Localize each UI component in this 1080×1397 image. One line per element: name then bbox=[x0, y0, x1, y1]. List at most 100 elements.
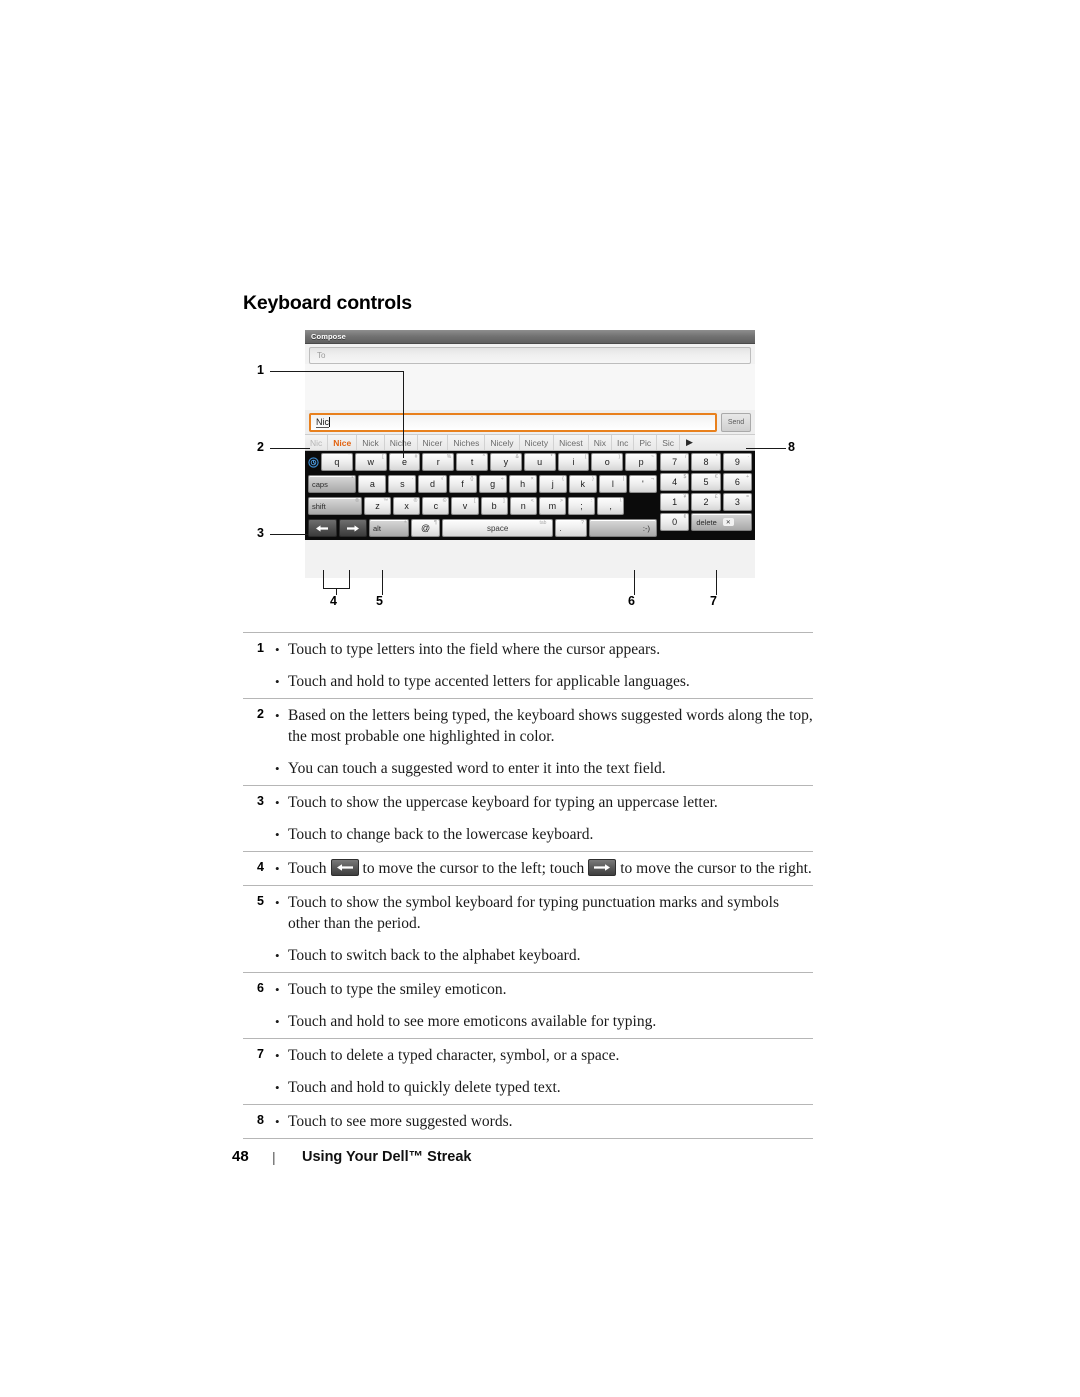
key-m[interactable]: m > bbox=[538, 497, 566, 515]
to-field[interactable]: To bbox=[309, 347, 751, 364]
key-e[interactable]: e # bbox=[388, 453, 421, 471]
key-s[interactable]: s · bbox=[388, 475, 417, 493]
numpad-key-6-alt: + bbox=[746, 474, 749, 480]
key-z[interactable]: z ™ bbox=[363, 497, 392, 515]
key-'[interactable]: ' ¬ bbox=[628, 475, 657, 493]
key-q[interactable]: q ` bbox=[321, 453, 353, 471]
suggestion-nick[interactable]: Nick bbox=[357, 435, 385, 450]
more-suggestions-arrow-icon[interactable]: ▶ bbox=[680, 435, 699, 450]
numpad-key-3-label: 3 bbox=[734, 497, 740, 507]
suggestion-niches[interactable]: Niches bbox=[448, 435, 486, 450]
suggestion-nicest[interactable]: Nicest bbox=[554, 435, 589, 450]
key-;[interactable]: ;: bbox=[567, 497, 596, 515]
numpad-key-8[interactable]: 8 * bbox=[691, 453, 721, 471]
suggestion-sic[interactable]: Sic bbox=[657, 435, 680, 450]
row3-spacer bbox=[626, 497, 657, 515]
key-o[interactable]: o) bbox=[591, 453, 624, 471]
alt-key-alt: ª bbox=[404, 520, 407, 526]
suggestion-nicer[interactable]: Nicer bbox=[418, 435, 449, 450]
keyboard-controls-description-table: 1 • Touch to type letters into the field w… bbox=[243, 632, 813, 1139]
cursor-left-key[interactable] bbox=[308, 519, 337, 537]
period-key[interactable]: . ? bbox=[555, 519, 587, 537]
numpad-key-8-alt: * bbox=[715, 454, 718, 460]
suggestion-nicety[interactable]: Nicety bbox=[520, 435, 555, 450]
at-key[interactable]: @ ¶ bbox=[411, 519, 440, 537]
description-row-number: 1 bbox=[257, 641, 264, 655]
description-bullet: • Touch to move the cursor to the left; to… bbox=[275, 858, 813, 879]
key-i[interactable]: i( bbox=[557, 453, 590, 471]
key-a[interactable]: a ¯ bbox=[358, 475, 387, 493]
bullet-glyph: • bbox=[275, 708, 280, 723]
numpad-key-6[interactable]: 6 + bbox=[722, 473, 752, 491]
description-bullet: • Touch to type the smiley emoticon. bbox=[275, 979, 813, 1000]
space-key-label: space bbox=[486, 523, 509, 533]
key-s-alt: · bbox=[411, 476, 414, 482]
delete-key[interactable]: delete ✕ bbox=[691, 513, 752, 531]
key-b[interactable]: b] bbox=[480, 497, 508, 515]
key-y-alt: & bbox=[515, 454, 519, 460]
description-row: 6 • Touch to type the smiley emoticon. • Tou… bbox=[243, 972, 813, 1038]
key-n[interactable]: n < bbox=[509, 497, 537, 515]
shift-key[interactable]: shift ® bbox=[308, 497, 362, 515]
description-bullet-text: You can touch a suggested word to enter … bbox=[288, 760, 666, 777]
key-w[interactable]: w[ bbox=[354, 453, 387, 471]
numpad-key-5[interactable]: 5 € bbox=[691, 473, 721, 491]
key-x[interactable]: x ® bbox=[393, 497, 421, 515]
numpad-key-0[interactable]: 0 ¢ bbox=[660, 513, 690, 531]
key-l-alt: | bbox=[622, 476, 624, 482]
numpad-key-2[interactable]: 2 £ bbox=[691, 493, 721, 511]
smiley-key[interactable]: :-) bbox=[588, 519, 657, 537]
numpad-key-9-label: 9 bbox=[734, 457, 740, 467]
space-key[interactable]: space tab bbox=[441, 519, 554, 537]
key-b-alt: ] bbox=[503, 498, 505, 504]
description-bullet: • Based on the letters being typed, the k… bbox=[275, 705, 813, 747]
suggestion-inc[interactable]: Inc bbox=[612, 435, 635, 450]
key-w-alt: [ bbox=[382, 454, 384, 460]
leader-line-3 bbox=[270, 534, 308, 535]
suggestion-niche[interactable]: Niche bbox=[385, 435, 418, 450]
message-text-input[interactable]: Nic bbox=[309, 412, 717, 432]
key-y[interactable]: y & bbox=[489, 453, 522, 471]
suggestion-nice[interactable]: Nice bbox=[328, 435, 358, 450]
key-d[interactable]: d √ bbox=[418, 475, 447, 493]
key-t[interactable]: t ^ bbox=[456, 453, 488, 471]
keyboard-numpad: 7/8 * 9 · 4 $5 €6 + 1 ¥2 £3 = 0 ¢ delete ✕ bbox=[660, 453, 752, 537]
key-k[interactable]: k} bbox=[568, 475, 597, 493]
numpad-key-4[interactable]: 4 $ bbox=[660, 473, 690, 491]
suggestion-nicely[interactable]: Nicely bbox=[485, 435, 520, 450]
caps-key-alt: ° bbox=[351, 476, 354, 482]
key-x-label: x bbox=[404, 501, 409, 511]
numpad-key-5-alt: € bbox=[714, 474, 718, 480]
key-g[interactable]: g ÷ bbox=[478, 475, 507, 493]
key-h[interactable]: h × bbox=[508, 475, 537, 493]
numpad-key-1[interactable]: 1 ¥ bbox=[660, 493, 690, 511]
suggestion-pic[interactable]: Pic bbox=[634, 435, 658, 450]
description-row: 4 • Touch to move the cursor to the left; t… bbox=[243, 851, 813, 885]
key-;-label: ; bbox=[580, 501, 583, 511]
description-bullet-text: Touch to see more suggested words. bbox=[288, 1113, 513, 1130]
key-v[interactable]: v[ bbox=[451, 497, 479, 515]
key-r-label: r bbox=[436, 457, 440, 467]
key-j[interactable]: j{ bbox=[538, 475, 567, 493]
callout-4: 4 bbox=[330, 594, 337, 608]
page-title: Keyboard controls bbox=[243, 292, 412, 314]
numpad-key-9[interactable]: 9 · bbox=[722, 453, 752, 471]
key-c-label: c bbox=[433, 501, 439, 511]
cursor-right-key[interactable] bbox=[338, 519, 367, 537]
input-method-icon[interactable] bbox=[308, 453, 319, 471]
alt-symbol-key[interactable]: alt ª bbox=[369, 519, 410, 537]
key-,[interactable]: , \ bbox=[597, 497, 625, 515]
caps-key[interactable]: caps ° bbox=[308, 475, 357, 493]
description-bullet-text: Touch and hold to type accented letters … bbox=[288, 673, 690, 690]
send-button[interactable]: Send bbox=[721, 412, 751, 432]
key-p[interactable]: p ~ bbox=[625, 453, 657, 471]
key-f[interactable]: f {} bbox=[448, 475, 477, 493]
key-m-label: m bbox=[548, 501, 557, 511]
numpad-key-3[interactable]: 3 = bbox=[722, 493, 752, 511]
key-u[interactable]: u * bbox=[523, 453, 556, 471]
numpad-key-7[interactable]: 7/ bbox=[660, 453, 690, 471]
suggestion-nix[interactable]: Nix bbox=[589, 435, 613, 450]
key-r[interactable]: r% bbox=[422, 453, 455, 471]
key-l[interactable]: l | bbox=[598, 475, 627, 493]
key-c[interactable]: c © bbox=[422, 497, 450, 515]
